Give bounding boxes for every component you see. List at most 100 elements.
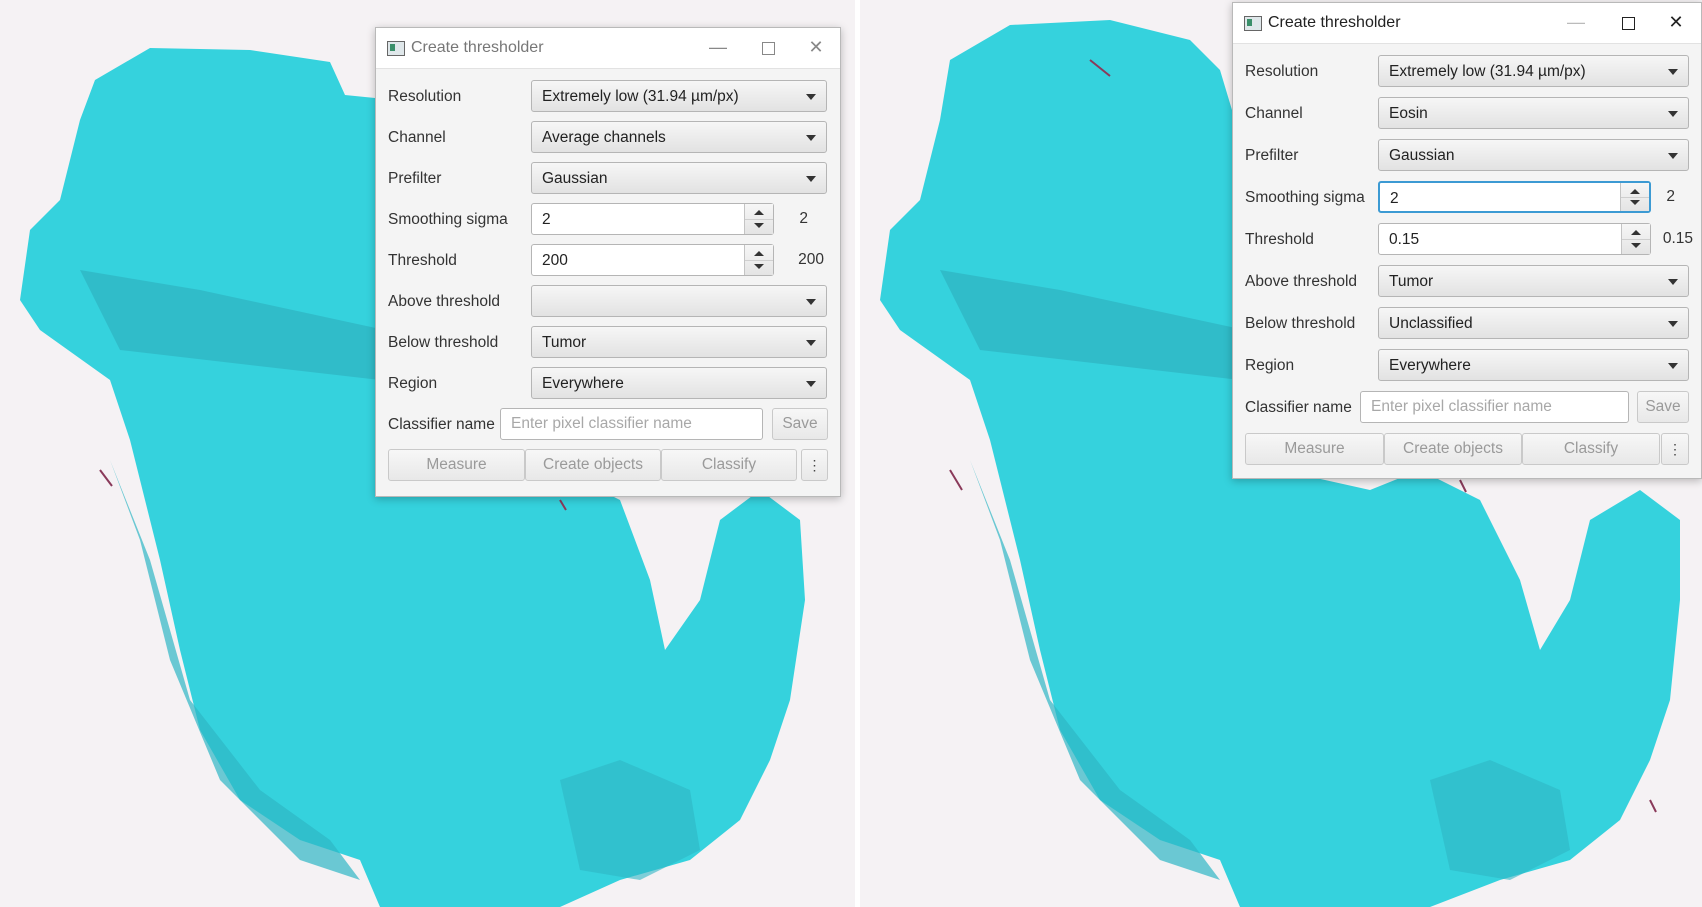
chevron-down-icon: [806, 176, 816, 182]
resolution-row: Resolution Extremely low (31.94 µm/px): [1245, 55, 1689, 89]
region-value: Everywhere: [542, 375, 624, 392]
prefilter-dropdown[interactable]: Gaussian: [1378, 139, 1689, 171]
below-threshold-value: Tumor: [542, 334, 587, 351]
left-viewer[interactable]: Create thresholder — ✕ Resolution Extrem…: [0, 0, 855, 907]
region-value: Everywhere: [1389, 357, 1471, 374]
threshold-echo: 0.15: [1662, 230, 1693, 247]
resolution-label: Resolution: [388, 88, 462, 105]
channel-value: Eosin: [1389, 105, 1428, 122]
above-threshold-value: Tumor: [1389, 273, 1434, 290]
classifier-name-label: Classifier name: [388, 416, 495, 433]
spinner-arrows[interactable]: [744, 204, 773, 234]
app-icon: [1244, 16, 1262, 31]
threshold-label: Threshold: [388, 252, 457, 269]
smoothing-sigma-echo: 2: [799, 210, 808, 227]
app-icon: [387, 41, 405, 56]
action-buttons-row: Measure Create objects Classify ⋮: [1245, 433, 1689, 467]
prefilter-dropdown[interactable]: Gaussian: [531, 162, 827, 194]
classifier-name-input[interactable]: [1360, 391, 1629, 423]
classify-button[interactable]: Classify: [661, 449, 797, 481]
spinner-arrows[interactable]: [744, 245, 773, 275]
arrow-down-icon[interactable]: [754, 264, 764, 269]
smoothing-sigma-label: Smoothing sigma: [388, 211, 508, 228]
below-threshold-dropdown[interactable]: Tumor: [531, 326, 827, 358]
maximize-icon[interactable]: [1608, 7, 1648, 37]
threshold-echo: 200: [798, 251, 824, 268]
channel-row: Channel Eosin: [1245, 97, 1689, 131]
action-buttons-row: Measure Create objects Classify ⋮: [388, 449, 828, 483]
region-dropdown[interactable]: Everywhere: [1378, 349, 1689, 381]
prefilter-label: Prefilter: [388, 170, 442, 187]
classifier-name-input[interactable]: [500, 408, 763, 440]
threshold-spinner[interactable]: 200: [531, 244, 774, 276]
below-threshold-label: Below threshold: [388, 334, 499, 351]
smoothing-sigma-spinner[interactable]: 2: [531, 203, 774, 235]
channel-value: Average channels: [542, 129, 666, 146]
prefilter-label: Prefilter: [1245, 147, 1299, 164]
region-dropdown[interactable]: Everywhere: [531, 367, 827, 399]
arrow-up-icon[interactable]: [754, 210, 764, 215]
arrow-down-icon[interactable]: [1630, 200, 1640, 205]
more-options-button[interactable]: ⋮: [801, 449, 828, 481]
save-button[interactable]: Save: [1637, 391, 1689, 423]
chevron-down-icon: [1668, 111, 1678, 117]
close-icon[interactable]: ✕: [1656, 7, 1696, 37]
arrow-up-icon[interactable]: [754, 251, 764, 256]
region-label: Region: [388, 375, 438, 392]
region-row: Region Everywhere: [388, 367, 828, 401]
resolution-value: Extremely low (31.94 µm/px): [542, 88, 739, 105]
threshold-value: 200: [542, 252, 568, 269]
smoothing-sigma-row: Smoothing sigma 2 2: [388, 203, 828, 237]
measure-button[interactable]: Measure: [388, 449, 525, 481]
measure-button[interactable]: Measure: [1245, 433, 1384, 465]
prefilter-value: Gaussian: [1389, 147, 1455, 164]
smoothing-sigma-value: 2: [1390, 190, 1399, 207]
close-icon[interactable]: ✕: [796, 32, 836, 62]
channel-label: Channel: [1245, 105, 1303, 122]
below-threshold-dropdown[interactable]: Unclassified: [1378, 307, 1689, 339]
resolution-dropdown[interactable]: Extremely low (31.94 µm/px): [1378, 55, 1689, 87]
above-threshold-dropdown[interactable]: [531, 285, 827, 317]
arrow-up-icon[interactable]: [1631, 230, 1641, 235]
above-threshold-label: Above threshold: [1245, 273, 1358, 290]
region-label: Region: [1245, 357, 1295, 374]
chevron-down-icon: [1668, 363, 1678, 369]
above-threshold-dropdown[interactable]: Tumor: [1378, 265, 1689, 297]
prefilter-value: Gaussian: [542, 170, 608, 187]
above-threshold-label: Above threshold: [388, 293, 501, 310]
spinner-arrows[interactable]: [1620, 183, 1649, 211]
below-threshold-value: Unclassified: [1389, 315, 1473, 332]
threshold-row: Threshold 0.15 0.15: [1245, 223, 1693, 257]
more-options-button[interactable]: ⋮: [1661, 433, 1689, 465]
classify-button[interactable]: Classify: [1522, 433, 1660, 465]
arrow-down-icon[interactable]: [1631, 243, 1641, 248]
chevron-down-icon: [1668, 321, 1678, 327]
channel-dropdown[interactable]: Eosin: [1378, 97, 1689, 129]
create-objects-button[interactable]: Create objects: [525, 449, 661, 481]
threshold-value: 0.15: [1389, 231, 1420, 248]
classifier-name-row: Classifier name Save: [1245, 391, 1689, 425]
below-threshold-label: Below threshold: [1245, 315, 1356, 332]
spinner-arrows[interactable]: [1621, 224, 1650, 254]
channel-dropdown[interactable]: Average channels: [531, 121, 827, 153]
prefilter-row: Prefilter Gaussian: [1245, 139, 1689, 173]
dialog-titlebar[interactable]: Create thresholder — ✕: [1233, 3, 1701, 44]
save-button[interactable]: Save: [772, 408, 828, 440]
smoothing-sigma-value: 2: [542, 211, 551, 228]
above-threshold-row: Above threshold Tumor: [1245, 265, 1689, 299]
right-viewer[interactable]: Create thresholder — ✕ Resolution Extrem…: [860, 0, 1702, 907]
resolution-dropdown[interactable]: Extremely low (31.94 µm/px): [531, 80, 827, 112]
arrow-up-icon[interactable]: [1630, 189, 1640, 194]
create-objects-button[interactable]: Create objects: [1384, 433, 1522, 465]
threshold-spinner[interactable]: 0.15: [1378, 223, 1651, 255]
classifier-name-row: Classifier name Save: [388, 408, 828, 442]
minimize-icon[interactable]: —: [1556, 7, 1596, 37]
chevron-down-icon: [806, 94, 816, 100]
prefilter-row: Prefilter Gaussian: [388, 162, 828, 196]
smoothing-sigma-spinner[interactable]: 2: [1378, 181, 1651, 213]
minimize-icon[interactable]: —: [698, 32, 738, 62]
smoothing-sigma-echo: 2: [1666, 188, 1675, 205]
dialog-titlebar[interactable]: Create thresholder — ✕: [376, 28, 840, 69]
maximize-icon[interactable]: [748, 32, 788, 62]
arrow-down-icon[interactable]: [754, 223, 764, 228]
